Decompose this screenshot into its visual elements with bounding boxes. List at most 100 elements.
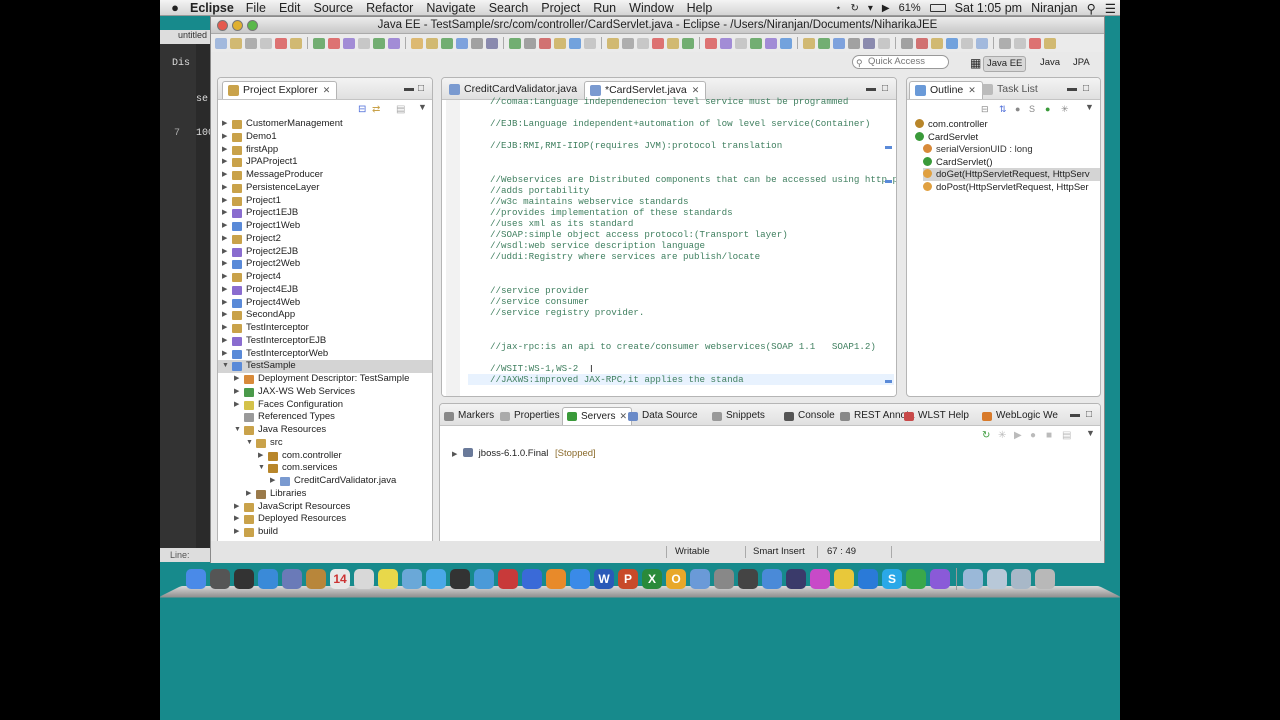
documents-icon[interactable] xyxy=(985,568,1009,590)
expand-arrow-icon[interactable]: ▶ xyxy=(222,271,227,284)
minimize-icon[interactable]: ▬ xyxy=(404,83,414,94)
wifi-icon[interactable]: ▾ xyxy=(868,3,873,14)
history-icon[interactable] xyxy=(584,37,596,49)
class-icon[interactable] xyxy=(411,37,423,49)
window-titlebar[interactable]: Java EE - TestSample/src/com/controller/… xyxy=(211,17,1104,34)
menu-file[interactable]: File xyxy=(246,1,266,15)
background-window[interactable]: untitled Dis se 100 7 Line: xyxy=(160,30,214,562)
edit-icon[interactable] xyxy=(554,37,566,49)
tree-item[interactable]: ▶ Project1EJB xyxy=(218,207,432,220)
tree-item[interactable]: ▶ Project4 xyxy=(218,271,432,284)
tree-item[interactable]: ▼ src xyxy=(218,437,432,450)
globe-icon[interactable] xyxy=(928,568,952,590)
external-tools-icon[interactable] xyxy=(765,37,777,49)
folder-icon[interactable] xyxy=(961,568,985,590)
expand-arrow-icon[interactable]: ▶ xyxy=(234,513,239,526)
minimize-icon[interactable]: ▬ xyxy=(1070,409,1080,420)
utility-icon[interactable] xyxy=(712,568,736,590)
folder-icon[interactable] xyxy=(426,37,438,49)
new-icon[interactable] xyxy=(976,37,988,49)
view-menu-icon[interactable]: ▼ xyxy=(1086,428,1095,438)
overview-marker[interactable] xyxy=(885,146,892,149)
bluetooth-icon[interactable]: ⋆ xyxy=(835,3,841,14)
forward-icon[interactable] xyxy=(946,37,958,49)
expand-arrow-icon[interactable]: ▶ xyxy=(222,207,227,220)
tree-item[interactable]: ▶ SecondApp xyxy=(218,309,432,322)
back-icon[interactable] xyxy=(901,37,913,49)
tree-item[interactable]: ▶ Project2EJB xyxy=(218,246,432,259)
tab-servers[interactable]: Servers ✕ xyxy=(562,407,632,425)
tree-item[interactable]: ▶ PersistenceLayer xyxy=(218,182,432,195)
perspective-java[interactable]: Java xyxy=(1037,56,1063,72)
run-last-icon[interactable] xyxy=(750,37,762,49)
tree-item[interactable]: ▶ Project4EJB xyxy=(218,284,432,297)
photo-icon[interactable] xyxy=(280,568,304,590)
open-icon[interactable] xyxy=(607,37,619,49)
overview-marker[interactable] xyxy=(885,380,892,383)
mission-control-icon[interactable] xyxy=(232,568,256,590)
stickies-icon[interactable] xyxy=(376,568,400,590)
tree-item[interactable]: ▶ Project1 xyxy=(218,195,432,208)
flower-icon[interactable] xyxy=(808,568,832,590)
safari-icon[interactable] xyxy=(256,568,280,590)
preview-icon[interactable] xyxy=(400,568,424,590)
tree-item[interactable]: ▼ com.services xyxy=(218,462,432,475)
save-icon[interactable] xyxy=(245,37,257,49)
annotation-icon[interactable] xyxy=(878,37,890,49)
tree-item[interactable]: ▶ Demo1 xyxy=(218,131,432,144)
apple-icon[interactable]: ● xyxy=(160,0,190,15)
code-editor[interactable]: //comaa:Language independenecion level s… xyxy=(442,96,896,396)
next-icon[interactable] xyxy=(509,37,521,49)
view-menu-icon[interactable]: ▼ xyxy=(1085,102,1094,112)
tasks-icon[interactable] xyxy=(735,37,747,49)
expand-arrow-icon[interactable]: ▶ xyxy=(246,488,251,501)
outline-item[interactable]: CardServlet xyxy=(915,131,1100,144)
overview-marker[interactable] xyxy=(885,180,892,183)
downloads-icon[interactable] xyxy=(1009,568,1033,590)
collapse-all-icon[interactable]: ⊟ xyxy=(981,104,989,115)
tree-item[interactable]: ▶ Project1Web xyxy=(218,220,432,233)
run-icon[interactable] xyxy=(682,37,694,49)
expand-arrow-icon[interactable]: ▶ xyxy=(222,233,227,246)
expand-arrow-icon[interactable]: ▶ xyxy=(222,258,227,271)
notes-icon[interactable] xyxy=(352,568,376,590)
tree-item[interactable]: ▶ JavaScript Resources xyxy=(218,501,432,514)
save-all-icon[interactable] xyxy=(260,37,272,49)
menu-edit[interactable]: Edit xyxy=(279,1,301,15)
tasks-icon[interactable] xyxy=(358,37,370,49)
expand-arrow-icon[interactable]: ▶ xyxy=(452,451,457,458)
menu-search[interactable]: Search xyxy=(489,1,529,15)
expand-arrow-icon[interactable]: ▶ xyxy=(222,144,227,157)
tab-task-list[interactable]: Task List xyxy=(977,81,1044,99)
expand-arrow-icon[interactable]: ▶ xyxy=(222,169,227,182)
expand-arrow-icon[interactable]: ▶ xyxy=(222,118,227,131)
outline-item[interactable]: serialVersionUID : long xyxy=(923,143,1100,156)
tree-item[interactable]: ▼ Java Resources xyxy=(218,424,432,437)
save-icon[interactable] xyxy=(622,37,634,49)
minimize-icon[interactable]: ▬ xyxy=(1067,83,1077,94)
new-icon[interactable] xyxy=(215,37,227,49)
tab-markers[interactable]: Markers xyxy=(444,408,494,424)
dashboard-icon[interactable] xyxy=(208,568,232,590)
folder-icon[interactable] xyxy=(803,37,815,49)
close-icon[interactable]: ✕ xyxy=(619,411,627,421)
outline-item[interactable]: com.controller xyxy=(915,118,1100,131)
expand-arrow-icon[interactable]: ▶ xyxy=(222,335,227,348)
pin-icon[interactable] xyxy=(539,37,551,49)
tab-properties[interactable]: Properties xyxy=(500,408,560,424)
iphoto-icon[interactable] xyxy=(472,568,496,590)
tree-item[interactable]: ▶ Deployed Resources xyxy=(218,513,432,526)
search-icon[interactable] xyxy=(471,37,483,49)
server-icon[interactable] xyxy=(343,37,355,49)
save-all-icon[interactable] xyxy=(637,37,649,49)
expand-arrow-icon[interactable]: ▶ xyxy=(222,309,227,322)
menu-help[interactable]: Help xyxy=(687,1,713,15)
delete-icon[interactable] xyxy=(652,37,664,49)
search-icon[interactable] xyxy=(848,37,860,49)
expand-arrow-icon[interactable]: ▶ xyxy=(258,450,263,463)
tree-item[interactable]: ▶ MessageProducer xyxy=(218,169,432,182)
perspective-java-ee[interactable]: Java EE xyxy=(983,56,1027,72)
background-tab[interactable]: untitled xyxy=(160,30,210,44)
menu-source[interactable]: Source xyxy=(313,1,353,15)
view-menu-icon[interactable]: ▼ xyxy=(418,102,427,112)
